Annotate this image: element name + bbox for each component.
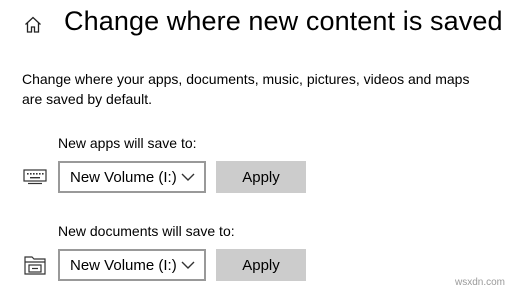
apps-location-dropdown[interactable]: New Volume (I:) [58,161,206,193]
chevron-down-icon [181,173,195,181]
apps-save-label: New apps will save to: [58,135,197,151]
documents-location-value: New Volume (I:) [70,256,177,274]
documents-apply-button[interactable]: Apply [216,249,306,281]
home-button[interactable] [20,12,46,38]
home-icon [25,16,41,33]
folder-drive-icon [22,254,48,276]
apps-location-value: New Volume (I:) [70,168,177,186]
page-description: Change where your apps, documents, music… [22,71,470,107]
keyboard-icon [22,166,48,188]
chevron-down-icon [181,261,195,269]
watermark: wsxdn.com [454,277,505,288]
settings-page: Change where new content is saved Change… [0,0,511,292]
apps-apply-button[interactable]: Apply [216,161,306,193]
documents-save-label: New documents will save to: [58,223,235,239]
documents-location-dropdown[interactable]: New Volume (I:) [58,249,206,281]
page-title: Change where new content is saved [64,6,503,36]
